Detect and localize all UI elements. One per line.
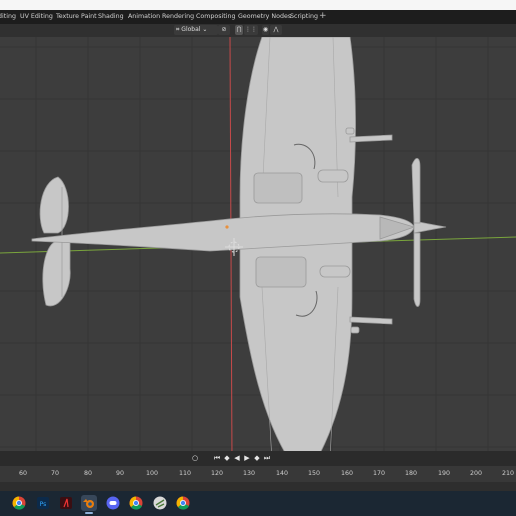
taskbar-photoshop[interactable]: Ps [35, 495, 51, 511]
prev-keyframe-button[interactable]: ◆ [222, 453, 232, 463]
frame-label: 150 [308, 470, 321, 477]
photoshop-icon: Ps [37, 497, 49, 509]
tab-shading[interactable]: Shading [98, 13, 124, 20]
frame-label: 180 [405, 470, 418, 477]
os-taskbar: Ps [0, 491, 516, 516]
play-icon: ▶ [244, 454, 250, 462]
taskbar-chrome[interactable] [11, 495, 27, 511]
adobe-icon [60, 497, 72, 509]
jump-end-button[interactable]: ⏭ [262, 453, 272, 463]
taskbar-chrome-2[interactable] [128, 495, 144, 511]
chevron-down-icon: ⌄ [200, 26, 208, 33]
proportional-edit-icon: ◉ [262, 26, 269, 33]
taskbar-discord[interactable] [105, 495, 121, 511]
frame-label: 120 [211, 470, 224, 477]
jump-start-icon: ⏮ [213, 454, 221, 462]
taskbar-kdenlive[interactable] [152, 495, 168, 511]
active-app-indicator [85, 512, 93, 514]
frame-label: 90 [116, 470, 125, 477]
snap-increment-dropdown[interactable]: ⋮⋮ [244, 25, 258, 35]
chrome-icon [129, 496, 143, 510]
3d-viewport[interactable] [0, 37, 516, 461]
tab-modeling[interactable]: diting [0, 13, 16, 20]
falloff-dropdown[interactable]: ⋀ [270, 25, 282, 35]
transform-pivot-dropdown[interactable]: ⊘ [218, 25, 230, 35]
frame-label: 110 [179, 470, 192, 477]
play-reverse-button[interactable]: ◀ [232, 453, 242, 463]
frame-label: 160 [341, 470, 354, 477]
frame-label: 140 [276, 470, 289, 477]
record-button[interactable]: ○ [190, 453, 200, 463]
increment-icon: ⋮⋮ [245, 26, 257, 33]
transform-orientation-dropdown[interactable]: ⌗ Global ⌄ [174, 25, 218, 35]
tab-compositing[interactable]: Compositing [196, 13, 235, 20]
viewport-header: ⌗ Global ⌄ ⊘ ⋂ ⋮⋮ ◉ ⋀ [0, 24, 516, 37]
tab-scripting[interactable]: Scripting [290, 13, 318, 20]
magnet-icon: ⋂ [236, 26, 242, 33]
jump-start-button[interactable]: ⏮ [212, 453, 222, 463]
svg-text:Ps: Ps [40, 501, 47, 508]
pivot-icon: ⊘ [221, 26, 227, 33]
kdenlive-icon [153, 496, 167, 510]
chrome-icon [12, 496, 26, 510]
taskbar-adobe[interactable] [58, 495, 74, 511]
frame-label: 190 [438, 470, 451, 477]
chrome-icon [176, 496, 190, 510]
taskbar-blender[interactable] [81, 495, 97, 514]
blender-icon [83, 499, 94, 508]
next-keyframe-icon: ◆ [254, 454, 260, 462]
next-keyframe-button[interactable]: ◆ [252, 453, 262, 463]
taskbar-chrome-3[interactable] [175, 495, 191, 511]
timeline-frame-ruler[interactable]: 60 70 80 90 100 110 120 130 140 150 160 … [0, 466, 516, 482]
frame-label: 80 [84, 470, 93, 477]
discord-icon [106, 496, 120, 510]
frame-label: 70 [51, 470, 60, 477]
play-reverse-icon: ◀ [234, 454, 240, 462]
frame-label: 170 [373, 470, 386, 477]
origin-marker [225, 225, 229, 229]
falloff-icon: ⋀ [273, 26, 279, 33]
tab-rendering[interactable]: Rendering [162, 13, 194, 20]
frame-label: 60 [19, 470, 28, 477]
tab-texture-paint[interactable]: Texture Paint [56, 13, 97, 20]
prev-keyframe-icon: ◆ [224, 454, 230, 462]
frame-label: 130 [243, 470, 256, 477]
frame-label: 200 [470, 470, 483, 477]
tab-geometry-nodes[interactable]: Geometry Nodes [238, 13, 291, 20]
workspace-tab-bar: diting UV Editing Texture Paint Shading … [0, 10, 516, 24]
add-workspace-button[interactable]: + [319, 11, 327, 21]
play-button[interactable]: ▶ [242, 453, 252, 463]
record-icon: ○ [191, 454, 199, 462]
jump-end-icon: ⏭ [263, 454, 271, 462]
viewport-canvas[interactable] [0, 37, 516, 461]
snap-toggle[interactable]: ⋂ [235, 25, 243, 35]
tab-animation[interactable]: Animation [128, 13, 160, 20]
frame-label: 210 [502, 470, 515, 477]
proportional-edit-toggle[interactable]: ◉ [262, 25, 269, 35]
tab-uv-editing[interactable]: UV Editing [20, 13, 53, 20]
timeline-header: ○ ⏮ ◆ ◀ ▶ ◆ ⏭ [0, 451, 516, 466]
frame-label: 100 [146, 470, 159, 477]
blender-window: diting UV Editing Texture Paint Shading … [0, 10, 516, 516]
